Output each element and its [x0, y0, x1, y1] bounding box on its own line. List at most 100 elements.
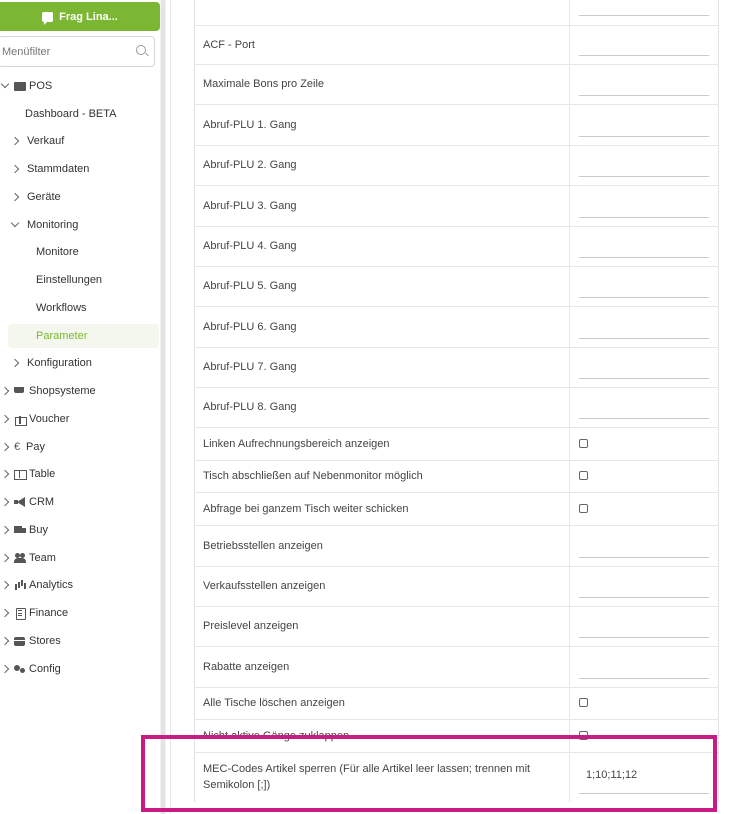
parameter-input[interactable]	[579, 55, 709, 56]
column-divider	[569, 0, 570, 25]
chevron-right-icon[interactable]	[0, 497, 10, 507]
nav-buy[interactable]: Buy	[0, 518, 48, 542]
euro-icon: €	[14, 441, 21, 453]
chevron-down-icon[interactable]	[10, 218, 20, 228]
nav-voucher[interactable]: Voucher	[0, 407, 69, 431]
chevron-right-icon[interactable]	[0, 386, 10, 396]
parameter-label: Abruf-PLU 4. Gang	[203, 240, 297, 252]
chevron-right-icon[interactable]	[0, 525, 10, 535]
parameter-input[interactable]	[579, 637, 709, 638]
store-icon	[14, 636, 26, 646]
menu-filter[interactable]	[0, 36, 155, 67]
parameter-checkbox[interactable]	[579, 439, 588, 448]
chevron-right-icon[interactable]	[0, 414, 10, 424]
parameter-row: Abruf-PLU 4. Gang	[195, 226, 718, 266]
team-icon	[14, 553, 26, 563]
parameter-input[interactable]	[579, 678, 709, 679]
column-divider	[569, 227, 570, 266]
parameter-row: Abfrage bei ganzem Tisch weiter schicken	[195, 492, 718, 525]
nav-verkauf[interactable]: Verkauf	[10, 129, 64, 153]
parameter-label: Alle Tische löschen anzeigen	[203, 697, 345, 709]
nav-stammdaten[interactable]: Stammdaten	[10, 157, 89, 181]
parameter-label: Abruf-PLU 2. Gang	[203, 159, 297, 171]
book-icon	[14, 469, 27, 480]
nav-team[interactable]: Team	[0, 546, 56, 570]
nav-label: Stores	[29, 635, 61, 647]
chevron-right-icon[interactable]	[0, 580, 10, 590]
nav-label: Konfiguration	[27, 357, 92, 369]
nav-monitoring[interactable]: Monitoring	[10, 213, 78, 237]
parameter-input[interactable]	[579, 597, 709, 598]
sidebar-scrollbar-thumb[interactable]	[161, 0, 165, 814]
column-divider	[569, 567, 570, 606]
chevron-right-icon[interactable]	[0, 636, 10, 646]
chart-icon	[14, 580, 26, 590]
parameter-row: Verkaufsstellen anzeigen	[195, 566, 718, 606]
nav-analytics[interactable]: Analytics	[0, 573, 73, 597]
nav-parameter[interactable]: Parameter	[8, 324, 159, 348]
parameter-checkbox[interactable]	[579, 698, 588, 707]
parameter-input[interactable]	[579, 217, 709, 218]
sidebar: Frag Lina... POS Dashboard - BETA Verkauf S…	[0, 0, 160, 814]
chevron-right-icon[interactable]	[0, 608, 10, 618]
nav-finance[interactable]: Finance	[0, 601, 68, 625]
nav-crm[interactable]: CRM	[0, 490, 54, 514]
menu-filter-input[interactable]	[2, 37, 130, 66]
column-divider	[569, 146, 570, 185]
nav-einstellungen[interactable]: Einstellungen	[36, 268, 102, 292]
parameter-label: Abruf-PLU 6. Gang	[203, 321, 297, 333]
gift-icon	[14, 414, 27, 426]
nav-label: Team	[29, 552, 56, 564]
parameter-label: Tisch abschließen auf Nebenmonitor mögli…	[203, 470, 423, 482]
parameter-input[interactable]	[579, 136, 709, 137]
chevron-right-icon[interactable]	[10, 358, 20, 368]
nav-dashboard-beta[interactable]: Dashboard - BETA	[25, 102, 117, 126]
parameter-panel: ACF - Port Maximale Bons pro Zeile Abruf-P…	[171, 0, 734, 814]
chevron-right-icon[interactable]	[10, 136, 20, 146]
nav-shopsysteme[interactable]: Shopsysteme	[0, 379, 96, 403]
chevron-right-icon[interactable]	[0, 469, 10, 479]
parameter-input[interactable]	[579, 378, 709, 379]
nav-geraete[interactable]: Geräte	[10, 185, 61, 209]
parameter-input[interactable]	[579, 95, 709, 96]
parameter-input[interactable]	[579, 15, 709, 16]
parameter-checkbox[interactable]	[579, 504, 588, 513]
chevron-right-icon[interactable]	[0, 664, 10, 674]
parameter-input[interactable]	[579, 418, 709, 419]
chevron-right-icon[interactable]	[0, 553, 10, 563]
parameter-input[interactable]	[579, 176, 709, 177]
parameter-label: Betriebsstellen anzeigen	[203, 540, 323, 552]
ask-lina-button[interactable]: Frag Lina...	[0, 2, 160, 31]
parameter-input[interactable]	[579, 557, 709, 558]
parameter-input[interactable]	[579, 338, 709, 339]
nav-label: Verkauf	[27, 135, 65, 147]
column-divider	[569, 607, 570, 646]
chevron-down-icon[interactable]	[0, 79, 10, 89]
column-divider	[569, 105, 570, 145]
nav-konfiguration[interactable]: Konfiguration	[10, 351, 92, 375]
parameter-label: Abfrage bei ganzem Tisch weiter schicken	[203, 503, 409, 515]
nav-stores[interactable]: Stores	[0, 629, 61, 653]
nav-workflows[interactable]: Workflows	[36, 296, 87, 320]
parameter-checkbox[interactable]	[579, 471, 588, 480]
parameter-row	[195, 0, 718, 25]
nav-pos[interactable]: POS	[0, 74, 52, 98]
parameter-input[interactable]	[579, 257, 709, 258]
column-divider	[569, 688, 570, 719]
nav-config[interactable]: Config	[0, 657, 61, 681]
nav-pay[interactable]: € Pay	[0, 435, 45, 459]
search-icon[interactable]	[136, 45, 146, 55]
nav-table[interactable]: Table	[0, 462, 55, 486]
parameter-input[interactable]	[579, 297, 709, 298]
chevron-right-icon[interactable]	[0, 442, 10, 452]
nav-label: POS	[29, 80, 53, 92]
parameter-label: Abruf-PLU 1. Gang	[203, 119, 297, 131]
column-divider	[569, 26, 570, 64]
chevron-right-icon[interactable]	[10, 192, 20, 202]
chat-icon	[42, 11, 54, 25]
column-divider	[569, 65, 570, 104]
parameter-table: ACF - Port Maximale Bons pro Zeile Abruf-P…	[194, 0, 719, 802]
nav-monitore[interactable]: Monitore	[36, 240, 79, 264]
parameter-label: Verkaufsstellen anzeigen	[203, 580, 326, 592]
chevron-right-icon[interactable]	[10, 164, 20, 174]
